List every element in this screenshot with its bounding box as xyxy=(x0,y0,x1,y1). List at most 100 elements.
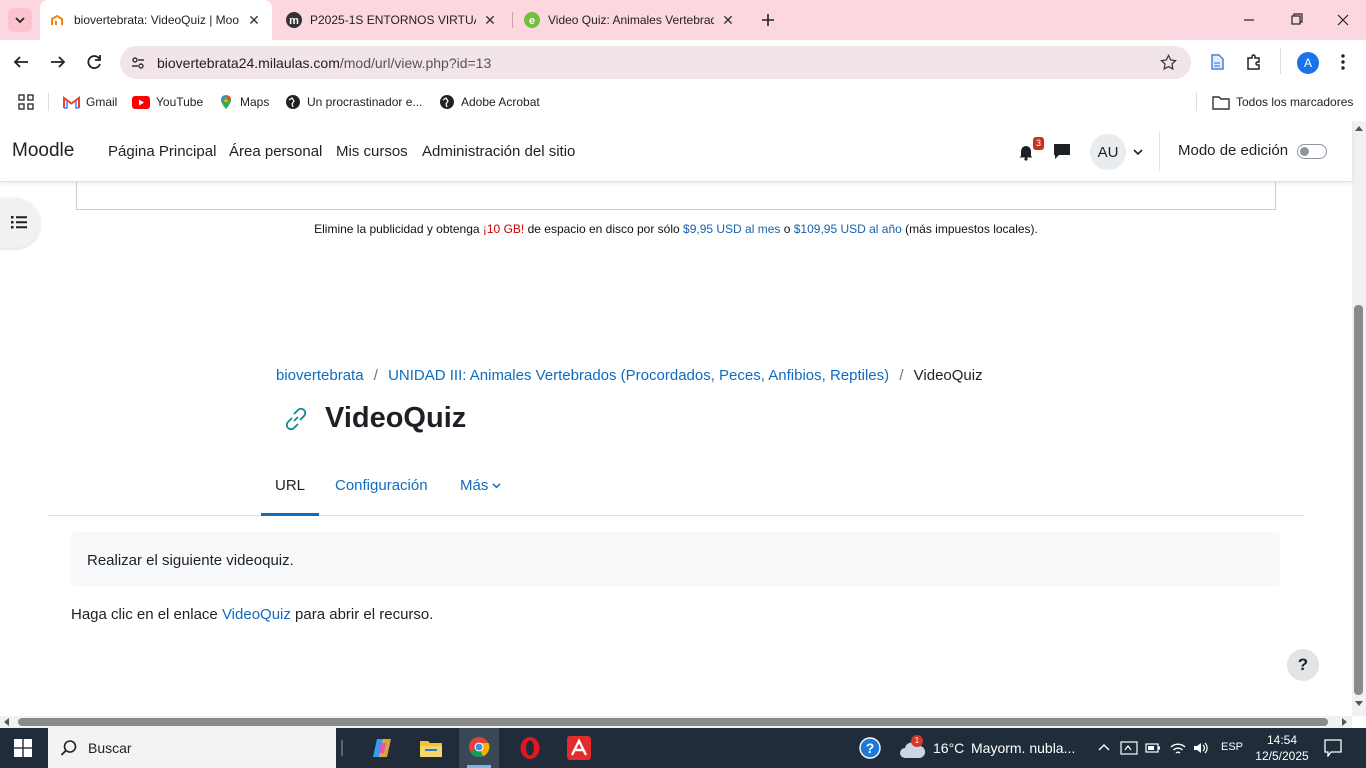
browser-menu-button[interactable] xyxy=(1336,53,1350,71)
breadcrumb-section[interactable]: UNIDAD III: Animales Vertebrados (Procor… xyxy=(388,367,889,384)
taskbar-clock[interactable]: 14:54 12/5/2025 xyxy=(1250,732,1314,764)
minimize-window-button[interactable] xyxy=(1240,12,1258,28)
ad-text: o xyxy=(780,222,794,236)
kebab-menu-icon xyxy=(1341,54,1345,70)
profile-avatar[interactable]: A xyxy=(1297,52,1319,74)
messages-button[interactable] xyxy=(1053,143,1071,160)
apps-button[interactable] xyxy=(18,92,34,112)
taskbar-file-explorer[interactable] xyxy=(419,737,443,759)
nav-administracion[interactable]: Administración del sitio xyxy=(422,143,575,160)
tab-configuracion[interactable]: Configuración xyxy=(335,477,428,494)
tab-url[interactable]: URL xyxy=(261,464,319,516)
wifi-icon[interactable] xyxy=(1169,740,1187,756)
new-tab-button[interactable] xyxy=(756,8,780,32)
usb-device-icon[interactable] xyxy=(1120,740,1138,756)
extensions-button[interactable] xyxy=(1245,53,1263,71)
scroll-up-arrow-icon[interactable] xyxy=(1355,125,1363,131)
tab-3[interactable]: e Video Quiz: Animales Vertebrad ✕ xyxy=(514,0,746,40)
reload-icon xyxy=(87,55,101,69)
forward-button[interactable] xyxy=(49,53,67,71)
taskbar-copilot[interactable] xyxy=(371,737,395,759)
svg-text:e: e xyxy=(529,15,535,27)
close-tab-icon[interactable]: ✕ xyxy=(720,12,736,28)
tab-1[interactable]: biovertebrata: VideoQuiz | Moo ✕ xyxy=(40,0,272,40)
reload-button[interactable] xyxy=(85,53,103,71)
scrollbar-thumb[interactable] xyxy=(1354,305,1363,695)
notification-center-icon xyxy=(1324,739,1342,757)
scroll-left-arrow-icon[interactable] xyxy=(3,718,9,726)
input-language[interactable]: ESP xyxy=(1221,741,1243,753)
back-button[interactable] xyxy=(12,53,30,71)
maps-pin-icon xyxy=(220,95,232,109)
bookmark-maps[interactable]: Maps xyxy=(218,92,269,112)
address-bar[interactable]: biovertebrata24.milaulas.com/mod/url/vie… xyxy=(120,46,1191,79)
close-tab-icon[interactable]: ✕ xyxy=(482,12,498,28)
user-avatar[interactable]: AU xyxy=(1090,134,1126,170)
toggle-knob xyxy=(1300,147,1309,156)
scroll-right-arrow-icon[interactable] xyxy=(1342,718,1348,726)
notifications-button[interactable]: 3 xyxy=(1017,137,1044,164)
volume-icon[interactable] xyxy=(1192,740,1210,756)
site-settings-icon[interactable] xyxy=(130,55,146,71)
taskbar-chrome[interactable] xyxy=(459,728,499,768)
notification-center-button[interactable] xyxy=(1324,739,1342,757)
nav-area-personal[interactable]: Área personal xyxy=(229,143,322,160)
start-button[interactable] xyxy=(14,739,32,757)
weather-alert-badge: 1 xyxy=(911,735,923,747)
course-index-toggle[interactable] xyxy=(0,198,40,248)
tab-2[interactable]: m P2025-1S ENTORNOS VIRTUALE ✕ xyxy=(276,0,508,40)
taskbar-opera[interactable] xyxy=(519,736,541,760)
hscrollbar-thumb[interactable] xyxy=(18,718,1328,726)
weather-widget[interactable]: 1 16°C Mayorm. nubla... xyxy=(899,735,1089,760)
question-circle-icon: ? xyxy=(859,737,881,759)
help-tray-icon[interactable]: ? xyxy=(859,737,881,759)
moodle-brand[interactable]: Moodle xyxy=(12,140,74,162)
yearly-price-link[interactable]: $109,95 USD al año xyxy=(794,222,902,236)
bookmark-star-icon[interactable] xyxy=(1160,54,1177,71)
url-path: /mod/url/view.php?id=13 xyxy=(339,54,492,71)
instruction-text: para abrir el recurso. xyxy=(290,606,434,623)
ad-text: de espacio en disco por sólo xyxy=(524,222,684,236)
tab-search-button[interactable] xyxy=(8,8,32,32)
close-window-button[interactable] xyxy=(1334,12,1352,28)
advertisement-banner[interactable] xyxy=(76,182,1276,210)
bookmark-adobe-acrobat[interactable]: Adobe Acrobat xyxy=(439,92,540,112)
ad-image-fragment-icon xyxy=(1017,182,1167,184)
url-text: biovertebrata24.milaulas.com/mod/url/vie… xyxy=(157,55,491,71)
user-menu-toggle[interactable] xyxy=(1133,147,1143,157)
vertical-scrollbar[interactable] xyxy=(1352,121,1366,716)
all-bookmarks-button[interactable]: Todos los marcadores xyxy=(1212,92,1353,112)
gmail-icon xyxy=(63,95,80,109)
nav-mis-cursos[interactable]: Mis cursos xyxy=(336,143,408,160)
show-hidden-icons-button[interactable] xyxy=(1098,742,1110,752)
pdf-extension-button[interactable] xyxy=(1208,53,1226,71)
opera-icon xyxy=(520,737,540,759)
monthly-price-link[interactable]: $9,95 USD al mes xyxy=(683,222,780,236)
edit-mode-toggle[interactable] xyxy=(1297,144,1327,159)
battery-icon[interactable] xyxy=(1145,742,1161,754)
help-button[interactable]: ? xyxy=(1287,649,1319,681)
tab-mas-label: Más xyxy=(460,477,489,494)
taskbar-avira[interactable] xyxy=(567,736,591,760)
bookmark-youtube[interactable]: YouTube xyxy=(132,92,203,112)
navbar-divider xyxy=(1159,131,1160,171)
clock-date: 12/5/2025 xyxy=(1255,749,1309,763)
folder-icon xyxy=(420,741,442,757)
close-tab-icon[interactable]: ✕ xyxy=(246,12,262,28)
taskbar-search-box[interactable]: Buscar xyxy=(48,728,336,768)
videoquiz-link[interactable]: VideoQuiz xyxy=(222,606,291,623)
nav-pagina-principal[interactable]: Página Principal xyxy=(108,143,216,160)
moodle-favicon-icon xyxy=(51,14,63,25)
plus-icon xyxy=(762,14,774,26)
tab-mas[interactable]: Más xyxy=(460,477,501,494)
restore-window-button[interactable] xyxy=(1288,12,1306,28)
bookmark-gmail[interactable]: Gmail xyxy=(63,92,117,112)
horizontal-scrollbar[interactable] xyxy=(0,716,1352,728)
bookmark-label: Maps xyxy=(240,95,270,109)
bookmark-procrastinador[interactable]: Un procrastinador e... xyxy=(285,92,422,112)
close-icon xyxy=(1337,14,1349,26)
breadcrumb-course[interactable]: biovertebrata xyxy=(276,367,364,384)
breadcrumb: biovertebrata / UNIDAD III: Animales Ver… xyxy=(276,367,983,384)
scroll-down-arrow-icon[interactable] xyxy=(1355,701,1363,707)
browser-toolbar: biovertebrata24.milaulas.com/mod/url/vie… xyxy=(0,40,1366,84)
